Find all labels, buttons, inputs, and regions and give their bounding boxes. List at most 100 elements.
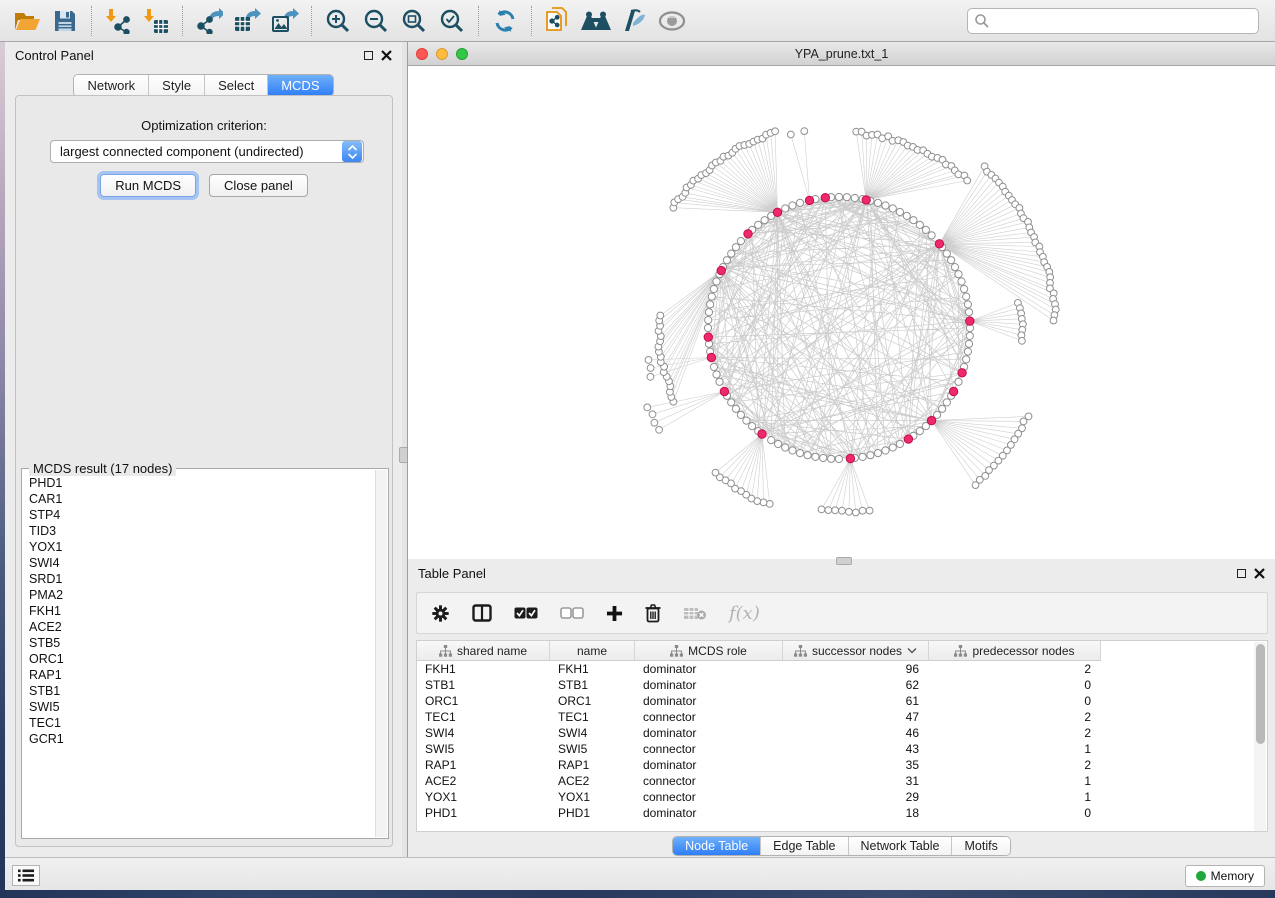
- table-row[interactable]: ACE2ACE2connector311: [417, 773, 1267, 789]
- table-row[interactable]: YOX1YOX1connector291: [417, 789, 1267, 805]
- table-row[interactable]: SWI5SWI5connector431: [417, 741, 1267, 757]
- table-cell: connector: [635, 773, 783, 789]
- control-panel-header: Control Panel: [5, 42, 402, 68]
- mcds-result-item[interactable]: TID3: [23, 523, 375, 539]
- tab-edge-table[interactable]: Edge Table: [760, 837, 847, 855]
- zoom-in-button[interactable]: [319, 3, 357, 39]
- column-header-MCDS-role[interactable]: MCDS role: [635, 641, 783, 661]
- mcds-result-item[interactable]: SWI5: [23, 699, 375, 715]
- column-header-shared-name[interactable]: shared name: [417, 641, 550, 661]
- mcds-result-item[interactable]: TEC1: [23, 715, 375, 731]
- table-cell: 0: [929, 805, 1101, 821]
- network-view-window: YPA_prune.txt_1: [407, 42, 1275, 560]
- table-cell: 1: [929, 741, 1101, 757]
- table-panel: Table Panel: [407, 560, 1275, 857]
- float-panel-icon[interactable]: [1237, 569, 1246, 578]
- tab-mcds[interactable]: MCDS: [267, 75, 332, 96]
- deselect-all-button[interactable]: [560, 607, 584, 619]
- tab-node-table[interactable]: Node Table: [673, 837, 760, 855]
- mcds-result-item[interactable]: STB5: [23, 635, 375, 651]
- table-row[interactable]: PHD1PHD1dominator180: [417, 805, 1267, 821]
- select-all-button[interactable]: [514, 607, 538, 619]
- show-columns-button[interactable]: [472, 604, 492, 622]
- table-row[interactable]: TEC1TEC1connector472: [417, 709, 1267, 725]
- share-document-button[interactable]: [539, 3, 577, 39]
- hide-panel-button[interactable]: [653, 3, 691, 39]
- table-row[interactable]: SWI4SWI4dominator462: [417, 725, 1267, 741]
- close-panel-icon[interactable]: [1254, 568, 1265, 579]
- run-mcds-button[interactable]: Run MCDS: [100, 174, 196, 197]
- zoom-out-button[interactable]: [357, 3, 395, 39]
- mcds-result-item[interactable]: STP4: [23, 507, 375, 523]
- open-file-button[interactable]: [8, 3, 46, 39]
- float-panel-icon[interactable]: [364, 51, 373, 60]
- toolbar-separator: [182, 6, 183, 36]
- table-scrollbar-thumb[interactable]: [1256, 644, 1265, 744]
- export-image-button[interactable]: [266, 3, 304, 39]
- tab-style[interactable]: Style: [148, 75, 204, 96]
- tab-motifs[interactable]: Motifs: [951, 837, 1009, 855]
- mcds-result-item[interactable]: PMA2: [23, 587, 375, 603]
- mcds-result-item[interactable]: PHD1: [23, 475, 375, 491]
- select-stepper-icon: [342, 141, 362, 162]
- vizmapper-button[interactable]: [615, 3, 653, 39]
- save-session-button[interactable]: [46, 3, 84, 39]
- mcds-result-item[interactable]: STB1: [23, 683, 375, 699]
- table-cell: FKH1: [550, 661, 635, 677]
- tab-network[interactable]: Network: [74, 75, 148, 96]
- task-history-button[interactable]: [12, 865, 40, 886]
- horizontal-splitter-handle[interactable]: [836, 557, 852, 565]
- network-canvas[interactable]: [408, 66, 1275, 559]
- export-table-button[interactable]: [228, 3, 266, 39]
- refresh-button[interactable]: [486, 3, 524, 39]
- table-cell: 61: [783, 693, 929, 709]
- export-table-icon: [233, 8, 261, 34]
- zoom-selected-button[interactable]: [433, 3, 471, 39]
- zoom-fit-button[interactable]: [395, 3, 433, 39]
- close-panel-icon[interactable]: [381, 50, 392, 61]
- column-tree-icon: [439, 645, 452, 657]
- network-graph[interactable]: [408, 66, 1274, 558]
- search-input[interactable]: [967, 8, 1259, 34]
- table-cell: dominator: [635, 677, 783, 693]
- table-cell: ACE2: [550, 773, 635, 789]
- mcds-result-item[interactable]: SWI4: [23, 555, 375, 571]
- optimization-criterion-select[interactable]: largest connected component (undirected): [50, 140, 364, 163]
- mcds-result-list[interactable]: PHD1CAR1STP4TID3YOX1SWI4SRD1PMA2FKH1ACE2…: [23, 475, 375, 837]
- close-panel-button[interactable]: Close panel: [209, 174, 308, 197]
- mcds-result-item[interactable]: RAP1: [23, 667, 375, 683]
- mcds-result-item[interactable]: ORC1: [23, 651, 375, 667]
- checked-boxes-icon: [514, 607, 538, 619]
- delete-column-button[interactable]: [645, 604, 661, 623]
- table-cell: YOX1: [417, 789, 550, 805]
- table-settings-button[interactable]: [431, 604, 450, 623]
- table-cell: SWI4: [550, 725, 635, 741]
- mcds-result-item[interactable]: FKH1: [23, 603, 375, 619]
- import-network-button[interactable]: [99, 3, 137, 39]
- mcds-list-scrollbar[interactable]: [375, 470, 387, 837]
- table-row[interactable]: ORC1ORC1dominator610: [417, 693, 1267, 709]
- add-column-button[interactable]: [606, 605, 623, 622]
- mcds-result-item[interactable]: GCR1: [23, 731, 375, 747]
- table-row[interactable]: RAP1RAP1dominator352: [417, 757, 1267, 773]
- column-header-name[interactable]: name: [550, 641, 635, 661]
- tab-network-table[interactable]: Network Table: [848, 837, 952, 855]
- column-header-label: predecessor nodes: [972, 644, 1074, 658]
- column-header-successor-nodes[interactable]: successor nodes: [783, 641, 929, 661]
- tab-select[interactable]: Select: [204, 75, 267, 96]
- column-header-predecessor-nodes[interactable]: predecessor nodes: [929, 641, 1101, 661]
- mcds-result-item[interactable]: YOX1: [23, 539, 375, 555]
- delete-table-button: [683, 606, 707, 621]
- mcds-result-item[interactable]: CAR1: [23, 491, 375, 507]
- table-cell: dominator: [635, 805, 783, 821]
- table-row[interactable]: STB1STB1dominator620: [417, 677, 1267, 693]
- mcds-result-item[interactable]: SRD1: [23, 571, 375, 587]
- search-network-button[interactable]: [577, 3, 615, 39]
- mcds-result-item[interactable]: ACE2: [23, 619, 375, 635]
- export-network-button[interactable]: [190, 3, 228, 39]
- table-scrollbar[interactable]: [1254, 642, 1266, 831]
- import-table-button[interactable]: [137, 3, 175, 39]
- memory-button[interactable]: Memory: [1185, 865, 1265, 887]
- table-row[interactable]: FKH1FKH1dominator962: [417, 661, 1267, 677]
- zoom-fit-icon: [401, 8, 427, 34]
